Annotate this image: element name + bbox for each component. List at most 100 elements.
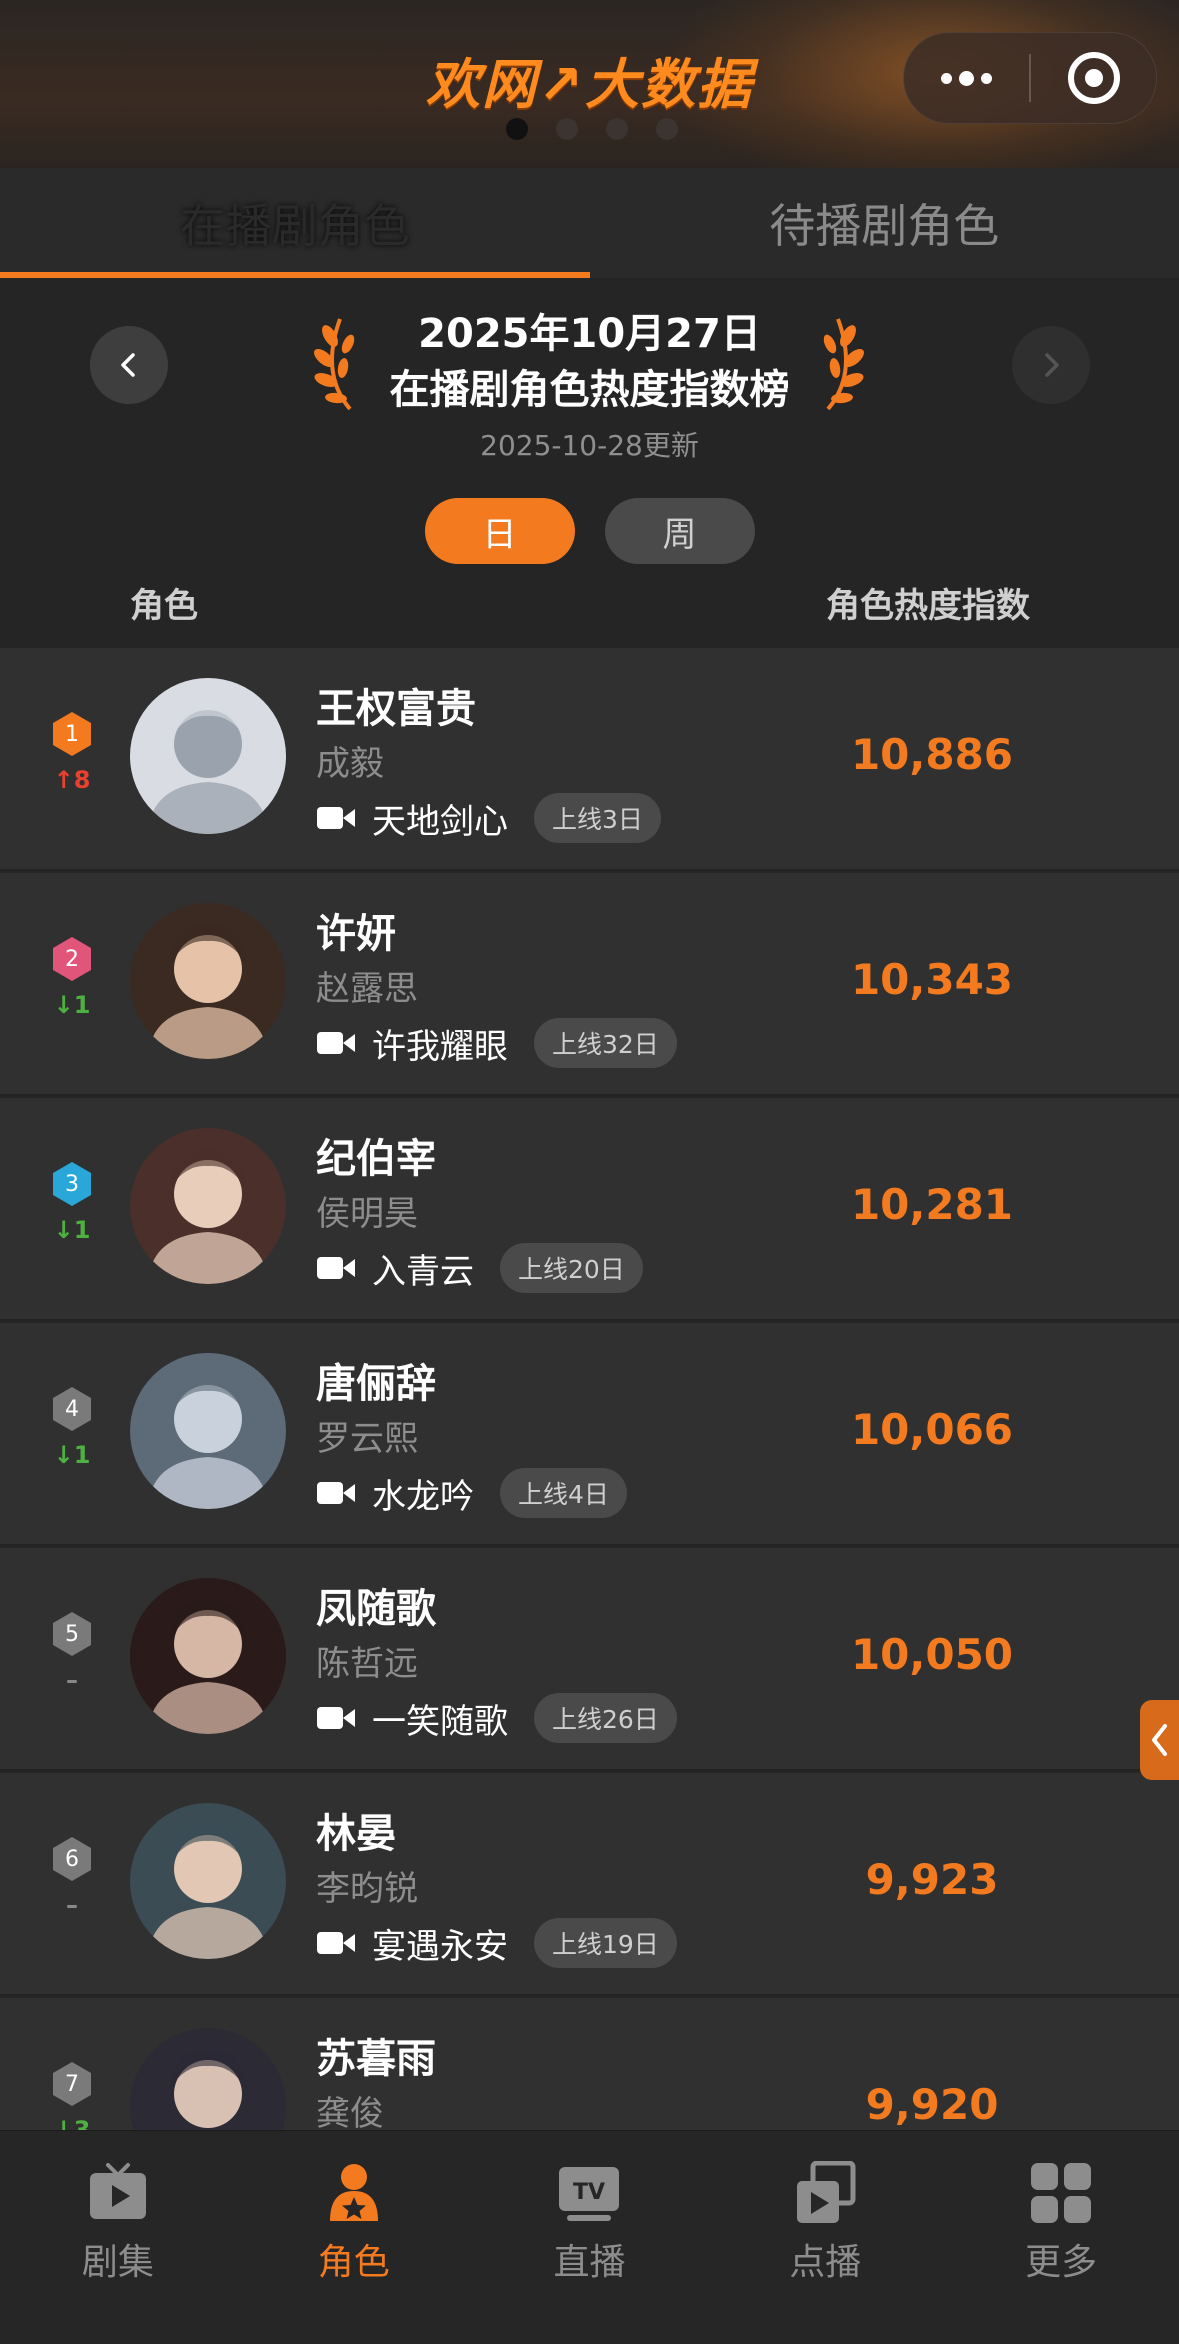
ranking-title: 在播剧角色热度指数榜 — [389, 367, 790, 413]
avatar[interactable] — [130, 678, 286, 834]
video-camera-icon — [317, 1482, 355, 1504]
role-name: 王权富贵 — [316, 686, 476, 732]
rank-badge: 2 — [50, 935, 94, 983]
tab-airing-roles[interactable]: 在播剧角色 — [0, 168, 590, 278]
avatar[interactable] — [130, 1578, 286, 1734]
nav-episodes[interactable]: 剧集 — [0, 2131, 236, 2344]
drama-name[interactable]: 入青云 — [372, 1244, 474, 1293]
drama-name[interactable]: 天地剑心 — [372, 794, 508, 843]
column-index: 角色热度指数 — [826, 586, 1030, 626]
role-name: 唐俪辞 — [316, 1361, 436, 1407]
drama-info: 许我耀眼 上线32日 — [316, 1017, 677, 1069]
drama-name[interactable]: 水龙吟 — [372, 1469, 474, 1518]
heat-index-value: 9,920 — [865, 2080, 999, 2129]
role-name: 凤随歌 — [316, 1586, 436, 1632]
online-days-badge: 上线20日 — [500, 1243, 643, 1293]
avatar-image — [130, 1128, 286, 1284]
pager-dot[interactable] — [506, 118, 528, 140]
tv-live-icon: TV — [559, 2167, 620, 2221]
rank-badge: 3 — [50, 1160, 94, 1208]
avatar-image — [130, 1803, 286, 1959]
app-header: 欢网↗大数据 — [0, 0, 1179, 168]
rank-badge: 7 — [50, 2060, 94, 2108]
laurel-right-icon — [823, 318, 864, 411]
heat-index-value: 10,066 — [850, 1405, 1014, 1454]
nav-roles[interactable]: 角色 — [236, 2131, 472, 2344]
drama-info: 天地剑心 上线3日 — [316, 792, 661, 844]
date-navigator: 2025年10月27日 在播剧角色热度指数榜 2025-10-28更新 — [0, 278, 1179, 470]
grid-icon — [1031, 2163, 1092, 2223]
drama-name[interactable]: 许我耀眼 — [372, 1019, 508, 1068]
actor-name: 罗云熙 — [316, 1419, 418, 1459]
period-week-button[interactable]: 周 — [604, 498, 755, 564]
ranking-updated: 2025-10-28更新 — [480, 429, 699, 462]
drama-info: 一笑随歌 上线26日 — [316, 1692, 677, 1744]
column-role: 角色 — [130, 586, 198, 626]
tab-upcoming-roles[interactable]: 待播剧角色 — [590, 168, 1179, 278]
avatar-image — [130, 1578, 286, 1734]
online-days-badge: 上线4日 — [500, 1468, 627, 1518]
role-name: 许妍 — [316, 911, 396, 957]
drama-name[interactable]: 一笑随歌 — [372, 1694, 508, 1743]
avatar[interactable] — [130, 1128, 286, 1284]
heat-index-value: 9,923 — [865, 1855, 999, 1904]
video-camera-icon — [317, 807, 355, 829]
ranking-row[interactable]: 3 ↓1 纪伯宰 侯明昊 入青云 上线20日 10,281 — [0, 1098, 1179, 1321]
online-days-badge: 上线32日 — [534, 1018, 677, 1068]
pager-dot[interactable] — [606, 118, 628, 140]
online-days-badge: 上线19日 — [534, 1918, 677, 1968]
ranking-row[interactable]: 7 ↓3 苏暮雨 龚俊 9,920 — [0, 1998, 1179, 2130]
heat-index-value: 10,343 — [850, 955, 1014, 1004]
close-target-icon[interactable] — [1031, 32, 1156, 124]
person-star-icon — [329, 2164, 378, 2221]
drama-info: 宴遇永安 上线19日 — [316, 1917, 677, 1969]
rank-change: ↓3 — [53, 2116, 91, 2130]
avatar-image — [130, 1353, 286, 1509]
nav-vod[interactable]: 点播 — [707, 2131, 943, 2344]
role-name: 纪伯宰 — [316, 1136, 436, 1182]
role-name: 苏暮雨 — [316, 2036, 436, 2082]
video-camera-icon — [317, 1032, 355, 1054]
ranking-row[interactable]: 2 ↓1 许妍 赵露思 许我耀眼 上线32日 10,343 — [0, 873, 1179, 1096]
heat-index-value: 10,050 — [850, 1630, 1014, 1679]
heat-index-value: 10,281 — [850, 1180, 1014, 1229]
video-camera-icon — [317, 1257, 355, 1279]
rank-change: – — [66, 1666, 78, 1694]
pager-dot[interactable] — [556, 118, 578, 140]
avatar[interactable] — [130, 2028, 286, 2130]
vod-icon — [797, 2161, 856, 2223]
actor-name: 侯明昊 — [316, 1194, 418, 1234]
chevron-right-icon — [1045, 353, 1059, 377]
miniprogram-capsule — [903, 32, 1157, 124]
ranking-row[interactable]: 5 – 凤随歌 陈哲远 一笑随歌 上线26日 10,050 — [0, 1548, 1179, 1771]
drama-name[interactable]: 宴遇永安 — [372, 1919, 508, 1968]
more-icon[interactable] — [904, 32, 1029, 124]
nav-live[interactable]: TV 直播 — [472, 2131, 708, 2344]
avatar[interactable] — [130, 1803, 286, 1959]
tab-bar: 在播剧角色 待播剧角色 — [0, 168, 1179, 278]
next-day-button[interactable] — [1012, 326, 1090, 404]
ranking-row[interactable]: 1 ↑8 王权富贵 成毅 天地剑心 上线3日 10,886 — [0, 648, 1179, 871]
rank-badge: 4 — [50, 1385, 94, 1433]
period-day-button[interactable]: 日 — [424, 498, 575, 564]
actor-name: 陈哲远 — [316, 1644, 418, 1684]
ranking-row[interactable]: 4 ↓1 唐俪辞 罗云熙 水龙吟 上线4日 10,066 — [0, 1323, 1179, 1546]
avatar-image — [130, 2028, 286, 2130]
ranking-date: 2025年10月27日 — [418, 311, 761, 357]
ranking-row[interactable]: 6 – 林晏 李昀锐 宴遇永安 上线19日 9,923 — [0, 1773, 1179, 1996]
actor-name: 龚俊 — [316, 2094, 384, 2130]
drama-info: 水龙吟 上线4日 — [316, 1467, 627, 1519]
pager-dot[interactable] — [656, 118, 678, 140]
period-toggle: 日 周 — [0, 498, 1179, 564]
ranking-list: 1 ↑8 王权富贵 成毅 天地剑心 上线3日 10,886 2 ↓1 许妍 赵露… — [0, 648, 1179, 2130]
rank-change: – — [66, 1891, 78, 1919]
svg-text:TV: TV — [573, 2180, 605, 2205]
video-camera-icon — [317, 1707, 355, 1729]
nav-more[interactable]: 更多 — [943, 2131, 1179, 2344]
online-days-badge: 上线26日 — [534, 1693, 677, 1743]
rank-change: ↓1 — [53, 1441, 91, 1469]
chevron-left-icon — [1151, 1724, 1167, 1756]
side-expand-button[interactable] — [1140, 1700, 1179, 1780]
avatar[interactable] — [130, 1353, 286, 1509]
avatar[interactable] — [130, 903, 286, 1059]
